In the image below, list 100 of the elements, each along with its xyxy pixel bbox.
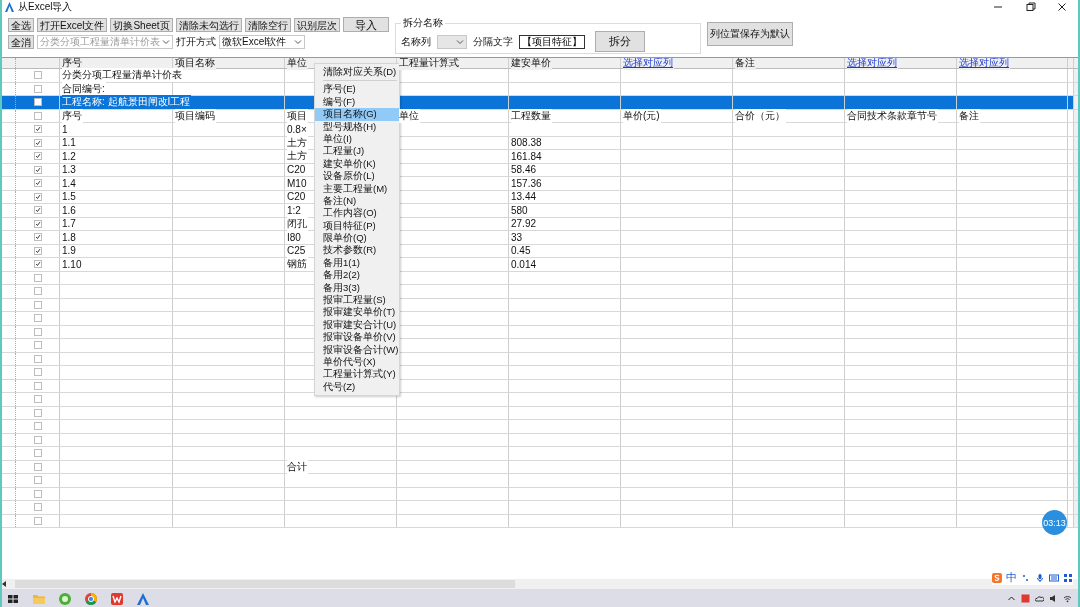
column-header[interactable]: 工程量计算式 (399, 58, 460, 70)
speaker-icon[interactable] (1049, 594, 1058, 603)
ime-logo-icon[interactable] (992, 572, 1002, 583)
punctuation-icon[interactable] (1021, 572, 1031, 583)
row-checkbox[interactable] (33, 179, 42, 188)
row-checkbox[interactable] (33, 260, 42, 269)
split-button[interactable]: 拆分 (594, 31, 645, 52)
separator-input[interactable]: 【项目特征】 (518, 34, 585, 49)
menu-item[interactable]: 项目特征(P) (315, 219, 399, 233)
row-checkbox[interactable] (33, 287, 42, 296)
toolbar-button[interactable]: 打开Excel文件 (37, 17, 108, 32)
app-tile-icon[interactable] (110, 591, 124, 606)
deselect-all-button[interactable]: 全消 (8, 35, 34, 49)
browser-icon[interactable] (84, 591, 98, 606)
menu-item[interactable]: 工程量计算式(Y) (315, 368, 399, 381)
name-column-dropdown[interactable] (436, 34, 467, 49)
microphone-icon[interactable] (1035, 572, 1045, 583)
menu-item[interactable]: 备用2(2) (315, 269, 399, 282)
menu-item[interactable]: 建安单价(K) (315, 157, 399, 171)
menu-item[interactable]: 工作内容(O) (315, 207, 399, 220)
menu-item[interactable]: 单价代号(X) (315, 356, 399, 369)
scroll-left-icon[interactable] (2, 581, 7, 587)
row-checkbox[interactable] (33, 111, 42, 120)
menu-item[interactable]: 备注(N) (315, 194, 399, 208)
browser-icon[interactable] (58, 591, 72, 606)
row-checkbox[interactable] (33, 246, 42, 255)
menu-item[interactable]: 编号(F) (315, 95, 399, 109)
menu-item[interactable]: 单位(I) (315, 132, 399, 146)
app-logo-icon[interactable] (136, 591, 150, 606)
column-link[interactable]: 选择对应列 (847, 58, 898, 70)
menu-item[interactable]: 报审建安合计(U) (315, 318, 399, 332)
row-checkbox[interactable] (33, 98, 42, 107)
column-link[interactable]: 选择对应列 (623, 58, 674, 70)
menu-item[interactable]: 型号规格(H) (315, 120, 399, 133)
keyboard-icon[interactable] (1049, 572, 1059, 583)
row-checkbox[interactable] (33, 395, 42, 404)
menu-item[interactable]: 备用3(3) (315, 281, 399, 295)
menu-item[interactable]: 限单价(Q) (315, 232, 399, 245)
column-header[interactable]: 项目名称 (175, 58, 216, 70)
row-checkbox[interactable] (33, 503, 42, 512)
row-checkbox[interactable] (33, 125, 42, 134)
row-checkbox[interactable] (33, 489, 42, 498)
menu-item[interactable]: 序号(E) (315, 83, 399, 96)
cloud-icon[interactable] (1035, 594, 1044, 603)
menu-item[interactable]: 工程量(J) (315, 145, 399, 158)
row-checkbox[interactable] (33, 165, 42, 174)
wifi-icon[interactable] (1063, 594, 1072, 603)
row-checkbox[interactable] (33, 327, 42, 336)
open-mode-dropdown[interactable]: 微软Excel软件 (219, 35, 305, 49)
row-checkbox[interactable] (33, 449, 42, 458)
row-checkbox[interactable] (33, 84, 42, 93)
row-checkbox[interactable] (33, 206, 42, 215)
menu-item[interactable]: 项目名称(G) (315, 108, 399, 121)
import-button[interactable]: 导入 (342, 17, 389, 32)
menu-item[interactable]: 备用1(1) (315, 256, 399, 270)
toolbar-button[interactable]: 清除未勾选行 (175, 17, 242, 32)
row-checkbox[interactable] (33, 368, 42, 377)
scrollbar-thumb[interactable] (15, 580, 515, 588)
menu-item[interactable]: 报审设备单价(V) (315, 331, 399, 344)
row-checkbox[interactable] (33, 273, 42, 282)
menu-item[interactable]: 报审工程量(S) (315, 294, 399, 307)
row-checkbox[interactable] (33, 314, 42, 323)
row-checkbox[interactable] (33, 71, 42, 80)
row-checkbox[interactable] (33, 233, 42, 242)
toolbar-button[interactable]: 识别层次 (293, 17, 340, 32)
menu-item[interactable]: 报审设备合计(W) (315, 343, 399, 356)
save-layout-button[interactable]: 列位置保存为默认 (706, 22, 793, 46)
toolbar-button[interactable]: 清除空行 (244, 17, 291, 32)
row-checkbox[interactable] (33, 516, 42, 525)
table-cell: 33 (511, 231, 524, 243)
row-checkbox[interactable] (33, 381, 42, 390)
row-checkbox[interactable] (33, 192, 42, 201)
column-header[interactable]: 建安单价 (511, 58, 552, 70)
row-checkbox[interactable] (33, 354, 42, 363)
row-checkbox[interactable] (33, 341, 42, 350)
row-checkbox[interactable] (33, 435, 42, 444)
row-checkbox[interactable] (33, 152, 42, 161)
menu-item[interactable]: 设备原价(L) (315, 170, 399, 183)
menu-item[interactable]: 主要工程量(M) (315, 182, 399, 195)
row-checkbox[interactable] (33, 300, 42, 309)
grid-icon[interactable] (1063, 572, 1073, 583)
column-header[interactable]: 备注 (735, 58, 756, 70)
row-checkbox[interactable] (33, 219, 42, 228)
table-cell: 580 (511, 204, 529, 216)
row-checkbox[interactable] (33, 476, 42, 485)
ime-mode[interactable]: 中 (1006, 570, 1017, 585)
chevron-up-icon[interactable] (1007, 594, 1016, 603)
menu-item[interactable]: 报审建安单价(T) (315, 306, 399, 319)
column-link[interactable]: 选择对应列 (959, 58, 1010, 70)
row-checkbox[interactable] (33, 422, 42, 431)
row-checkbox[interactable] (33, 408, 42, 417)
row-checkbox[interactable] (33, 462, 42, 471)
menu-item[interactable]: 技术参数(R) (315, 244, 399, 257)
toolbar-button[interactable]: 全选 (8, 17, 34, 32)
menu-item[interactable]: 清除对应关系(D) (315, 66, 399, 79)
row-checkbox[interactable] (33, 138, 42, 147)
column-header[interactable]: 单位 (287, 58, 308, 70)
menu-item[interactable]: 代号(Z) (315, 380, 399, 394)
toolbar-button[interactable]: 切换Sheet页 (110, 17, 173, 32)
app-tile-icon[interactable] (1021, 594, 1030, 603)
